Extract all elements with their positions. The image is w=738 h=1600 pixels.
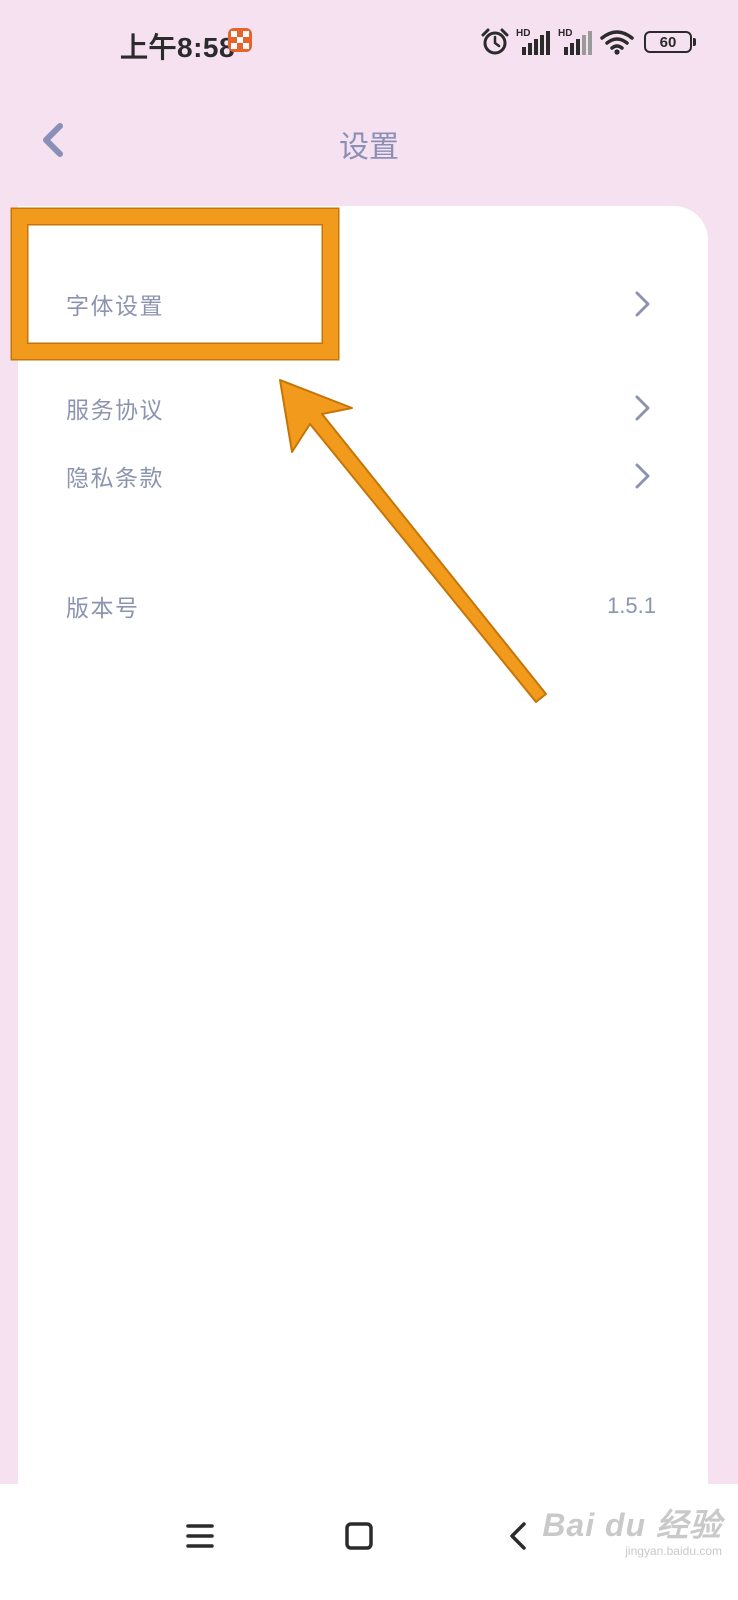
watermark-site: jingyan.baidu.com [625,1544,722,1558]
chevron-right-icon [635,291,650,317]
battery-indicator: 60 [644,31,696,53]
watermark: Bai du 经验 jingyan.baidu.com [542,1500,722,1558]
system-back-button[interactable] [490,1508,546,1564]
status-time: 上午8:58 [120,32,236,63]
wifi-icon [600,30,634,55]
setting-row-font[interactable]: 字体设置 [18,274,708,334]
bottom-nav-bar: Bai du 经验 jingyan.baidu.com [0,1484,738,1600]
menu-icon [186,1524,214,1548]
settings-card: 字体设置 服务协议 隐私条款 版本号 1.5.1 [18,206,708,1486]
setting-row-service-agreement[interactable]: 服务协议 [18,378,708,438]
chevron-right-icon [635,395,650,421]
cellular-signal-icon-2: HD [558,28,592,55]
settings-screen: 上午8:58 HD HD 60 设置 字体设置 服务协议 隐私条款 版本号 1.… [0,0,738,1600]
setting-label-privacy-policy: 隐私条款 [66,465,164,491]
home-button[interactable] [331,1508,387,1564]
menu-button[interactable] [172,1508,228,1564]
chevron-right-icon [635,463,650,489]
setting-label-service-agreement: 服务协议 [66,397,164,423]
setting-row-version: 版本号 1.5.1 [18,576,708,636]
back-icon [510,1522,526,1550]
version-value: 1.5.1 [607,593,656,618]
app-notification-icon [228,28,252,52]
setting-row-privacy-policy[interactable]: 隐私条款 [18,446,708,506]
status-bar: 上午8:58 HD HD 60 [0,0,738,84]
signal-1-label: HD [516,28,530,39]
page-title: 设置 [339,131,399,164]
watermark-brand: Bai du 经验 [542,1507,722,1543]
signal-2-label: HD [558,28,572,39]
setting-label-font: 字体设置 [66,293,164,319]
nav-header: 设置 [0,100,738,180]
alarm-icon [481,28,509,55]
home-icon [345,1522,373,1550]
setting-label-version: 版本号 [66,595,140,621]
status-icons: HD HD 60 [480,24,696,60]
cellular-signal-icon: HD [516,28,550,55]
